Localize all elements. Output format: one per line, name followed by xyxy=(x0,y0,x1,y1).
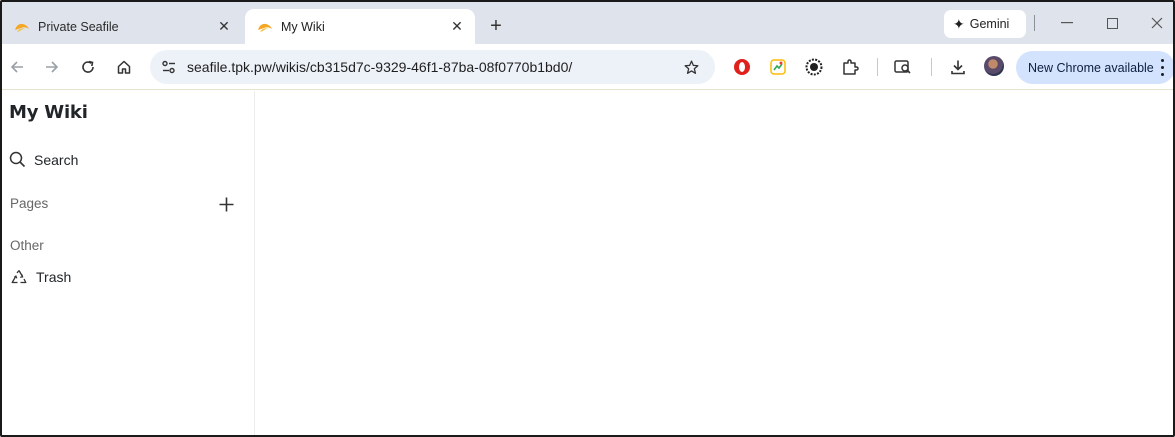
wiki-title: My Wiki xyxy=(9,102,88,123)
other-section-label: Other xyxy=(10,238,44,253)
add-page-icon[interactable] xyxy=(216,194,236,214)
tab-title: Private Seafile xyxy=(38,19,119,34)
menu-kebab-icon[interactable] xyxy=(1159,59,1165,76)
trash-label: Trash xyxy=(36,269,72,285)
extensions-icon[interactable] xyxy=(838,55,862,79)
search-icon xyxy=(9,151,26,168)
close-tab-icon[interactable]: ✕ xyxy=(214,17,234,37)
url-text: seafile.tpk.pw/wikis/cb315d7c-9329-46f1-… xyxy=(187,59,573,75)
seafile-favicon-icon xyxy=(14,19,30,35)
bookmark-star-icon[interactable] xyxy=(679,55,703,79)
browser-window: Private Seafile ✕ My Wiki ✕ + ✦ Gemini s… xyxy=(0,0,1175,437)
pages-section-label: Pages xyxy=(10,196,49,211)
new-chrome-available-button[interactable]: New Chrome available xyxy=(1016,51,1173,84)
wiki-content-area xyxy=(256,91,1173,435)
recycle-icon xyxy=(11,270,27,284)
seafile-favicon-icon xyxy=(257,19,273,35)
update-label: New Chrome available xyxy=(1028,60,1154,75)
colorful-extension-icon[interactable] xyxy=(766,55,790,79)
wiki-sidebar: My Wiki Search Pages Other Trash xyxy=(2,91,255,435)
tab-private-seafile[interactable]: Private Seafile ✕ xyxy=(2,9,242,44)
trash-item[interactable]: Trash xyxy=(10,269,71,285)
tab-strip: Private Seafile ✕ My Wiki ✕ + ✦ Gemini xyxy=(2,2,1173,44)
divider xyxy=(1034,15,1035,31)
search-item[interactable]: Search xyxy=(9,151,78,168)
site-settings-icon[interactable] xyxy=(159,57,179,77)
back-arrow-icon[interactable] xyxy=(4,54,30,80)
search-label: Search xyxy=(34,151,79,168)
reload-icon[interactable] xyxy=(75,54,101,80)
maximize-icon[interactable] xyxy=(1099,12,1125,34)
tab-search-icon[interactable] xyxy=(891,55,915,79)
tab-title: My Wiki xyxy=(281,19,325,34)
new-tab-icon[interactable]: + xyxy=(484,14,508,38)
minimize-icon[interactable] xyxy=(1054,12,1080,34)
opera-extension-icon[interactable] xyxy=(730,55,754,79)
close-tab-icon[interactable]: ✕ xyxy=(447,17,467,37)
gemini-button[interactable]: ✦ Gemini xyxy=(944,10,1026,38)
divider xyxy=(931,58,932,76)
home-icon[interactable] xyxy=(111,54,137,80)
gemini-sparkle-icon: ✦ xyxy=(953,15,965,32)
divider xyxy=(877,58,878,76)
download-icon[interactable] xyxy=(946,55,970,79)
gear-extension-icon[interactable] xyxy=(802,55,826,79)
forward-arrow-icon[interactable] xyxy=(39,54,65,80)
tab-my-wiki[interactable]: My Wiki ✕ xyxy=(245,9,475,44)
profile-avatar[interactable] xyxy=(984,56,1004,76)
gemini-label: Gemini xyxy=(969,17,1010,31)
close-window-icon[interactable] xyxy=(1144,12,1170,34)
address-bar[interactable]: seafile.tpk.pw/wikis/cb315d7c-9329-46f1-… xyxy=(150,50,715,84)
